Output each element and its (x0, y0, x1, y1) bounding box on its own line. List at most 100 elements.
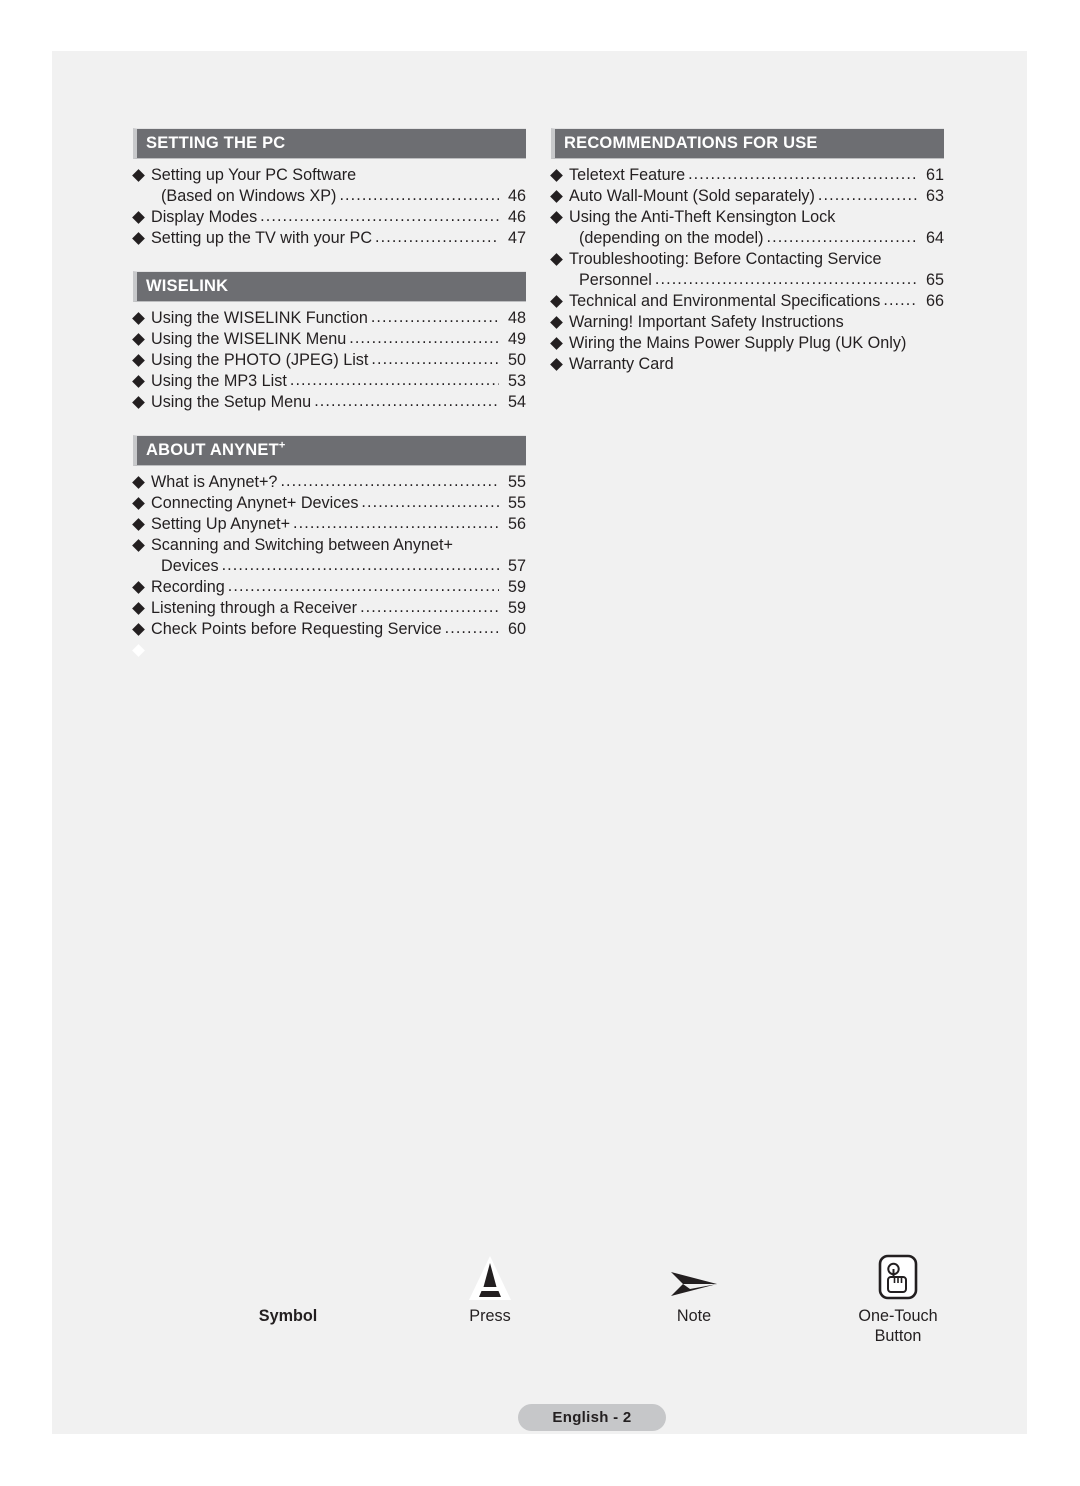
legend-icon-empty (203, 1246, 373, 1301)
section-header-bar: WISELINK (133, 271, 526, 302)
toc-entry-line: Auto Wall-Mount (Sold separately) 63 (569, 186, 944, 207)
toc-entry-label: Using the Setup Menu (151, 393, 312, 411)
toc-entry[interactable]: Warning! Important Safety Instructions (550, 312, 944, 333)
toc-entry-label: Setting up Your PC Software (151, 166, 357, 184)
manual-page: SETTING THE PC Setting up Your PC Softwar… (52, 51, 1027, 1434)
page-number-label: English - 2 (552, 1409, 632, 1426)
toc-entry[interactable]: Technical and Environmental Specificatio… (550, 291, 944, 312)
diamond-bullet-icon (550, 253, 563, 266)
toc-entry[interactable]: Recording 59 (132, 577, 526, 598)
toc-entry[interactable]: Using the Anti-Theft Kensington Lock (dep… (550, 207, 944, 249)
toc-entry-line: Check Points before Requesting Service 60 (151, 619, 526, 640)
toc-entry[interactable]: Troubleshooting: Before Contacting Servi… (550, 249, 944, 291)
diamond-bullet-icon (132, 539, 145, 552)
toc-entry-label: Personnel (579, 271, 652, 289)
toc-entry[interactable]: Scanning and Switching between Anynet+ De… (132, 535, 526, 577)
dot-leader (375, 227, 499, 248)
diamond-bullet-icon (550, 358, 563, 371)
toc-entry[interactable]: Teletext Feature 61 (550, 164, 944, 186)
toc-entry[interactable]: Wiring the Mains Power Supply Plug (UK O… (550, 333, 944, 354)
toc-entry-line: Using the PHOTO (JPEG) List 50 (151, 350, 526, 371)
toc-entry-line: Setting Up Anynet+ 56 (151, 514, 526, 535)
toc-page-number: 61 (925, 166, 944, 184)
toc-list: What is Anynet+?55Connecting Anynet+ Dev… (132, 467, 526, 661)
toc-entry-line: Using the WISELINK Function 48 (151, 308, 526, 329)
toc-page-number: 57 (507, 557, 526, 575)
toc-entry-label: Devices (161, 557, 219, 575)
section-body: What is Anynet+?55Connecting Anynet+ Dev… (132, 466, 526, 661)
dot-leader (767, 227, 918, 248)
diamond-outline-icon (132, 644, 145, 657)
section-body: Using the WISELINK Function48Using the W… (132, 302, 526, 413)
toc-entry-label: Auto Wall-Mount (Sold separately) (569, 187, 815, 205)
toc-section: ABOUT ANYNET+ What is Anynet+?55Connectin… (132, 435, 526, 661)
note-arrow-icon (609, 1246, 779, 1301)
toc-entry[interactable]: Using the PHOTO (JPEG) List 50 (132, 350, 526, 371)
dot-leader (688, 164, 917, 185)
toc-entry-label: Setting Up Anynet+ (151, 515, 291, 533)
toc-entry[interactable]: Setting up Your PC Software (Based on Win… (132, 165, 526, 207)
section-header-bar: ABOUT ANYNET+ (133, 435, 526, 466)
toc-entry-label: Scanning and Switching between Anynet+ (151, 536, 453, 554)
section-title: ABOUT ANYNET+ (146, 439, 286, 459)
section-header-bar: SETTING THE PC (133, 128, 526, 159)
page-number-badge: English - 2 (518, 1404, 666, 1431)
toc-entry[interactable]: Check Points before Requesting Service 60 (132, 619, 526, 640)
legend-cell: Symbol (203, 1246, 373, 1326)
toc-entry[interactable]: Connecting Anynet+ Devices 55 (132, 492, 526, 514)
dot-leader (445, 618, 499, 639)
toc-entry-label: Setting up the TV with your PC (151, 229, 373, 247)
toc-entry[interactable]: Auto Wall-Mount (Sold separately) 63 (550, 186, 944, 207)
toc-page-number: 60 (507, 620, 526, 638)
section-body: Setting up Your PC Software (Based on Win… (132, 159, 526, 249)
diamond-bullet-icon (132, 312, 145, 325)
section-body: Teletext Feature 61 Auto Wall-Mount (Sold … (550, 159, 944, 375)
toc-entry-line: Using the MP3 List 53 (151, 371, 526, 392)
diamond-bullet-icon (132, 232, 145, 245)
toc-entry-label: Wiring the Mains Power Supply Plug (UK O… (569, 334, 907, 352)
toc-entry-label: Using the MP3 List (151, 372, 287, 390)
legend-cell: Press (405, 1246, 575, 1326)
diamond-bullet-icon (550, 316, 563, 329)
legend-label: Symbol (258, 1307, 318, 1325)
toc-entry[interactable]: Setting up the TV with your PC 47 (132, 228, 526, 249)
toc-entry[interactable]: Using the Setup Menu 54 (132, 392, 526, 413)
legend-label: Note (676, 1307, 712, 1325)
dot-leader (314, 391, 499, 412)
toc-entry-line: Setting up the TV with your PC 47 (151, 228, 526, 249)
toc-entry[interactable]: Using the WISELINK Function 48 (132, 308, 526, 329)
toc-entry-line: Troubleshooting: Before Contacting Servi… (569, 249, 944, 270)
toc-entry-line: Recording 59 (151, 577, 526, 598)
toc-entry[interactable]: Using the WISELINK Menu 49 (132, 329, 526, 350)
toc-list: Teletext Feature 61 Auto Wall-Mount (Sold … (550, 160, 944, 375)
toc-entry-line: Devices 57 (151, 556, 526, 577)
toc-entry-line: Using the Anti-Theft Kensington Lock (569, 207, 944, 228)
diamond-bullet-icon (132, 602, 145, 615)
toc-entry[interactable]: Listening through a Receiver 59 (132, 598, 526, 619)
dot-leader (260, 206, 499, 227)
toc-section: SETTING THE PC Setting up Your PC Softwar… (132, 128, 526, 249)
toc-entry[interactable]: Setting Up Anynet+ 56 (132, 514, 526, 535)
toc-entry[interactable]: What is Anynet+? 55 (132, 471, 526, 493)
dot-leader (293, 513, 499, 534)
toc-entry[interactable]: Warranty Card (550, 354, 944, 375)
dot-leader (228, 576, 499, 597)
legend-cell: One-Touch Button (813, 1246, 983, 1346)
toc-entry-label: Warranty Card (569, 355, 674, 373)
toc-entry-line: Using the Setup Menu 54 (151, 392, 526, 413)
toc-page-number: 46 (507, 208, 526, 226)
toc-entry-label: Warning! Important Safety Instructions (569, 313, 844, 331)
toc-page-number: 66 (925, 292, 944, 310)
toc-entry-line: Warning! Important Safety Instructions (569, 312, 944, 333)
toc-entry[interactable]: Display Modes 46 (132, 206, 526, 228)
toc-entry-label: Technical and Environmental Specificatio… (569, 292, 881, 310)
toc-entry[interactable]: Using the MP3 List 53 (132, 371, 526, 392)
dot-leader (361, 492, 499, 513)
diamond-bullet-icon (132, 354, 145, 367)
toc-entry-line: Technical and Environmental Specificatio… (569, 291, 944, 312)
dot-leader (280, 471, 499, 492)
diamond-bullet-icon (132, 169, 145, 182)
diamond-bullet-icon (132, 375, 145, 388)
toc-entry[interactable] (132, 640, 526, 661)
toc-page-number: 46 (507, 187, 526, 205)
